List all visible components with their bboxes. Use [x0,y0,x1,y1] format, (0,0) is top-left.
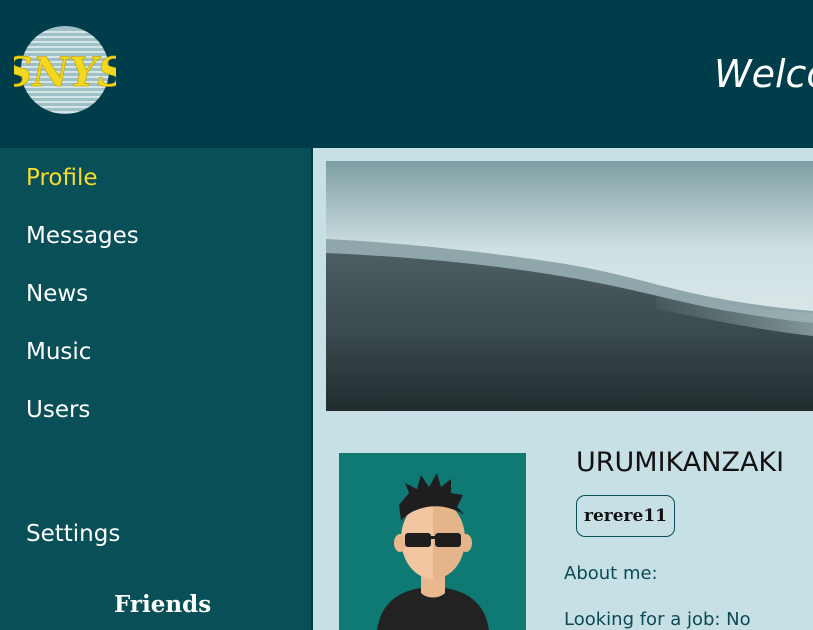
svg-text:SNYS: SNYS [14,49,116,96]
sidebar-item-music[interactable]: Music [26,339,91,365]
about-me-label: About me: [564,563,658,584]
user-avatar-icon [377,473,489,630]
sidebar-item-news[interactable]: News [26,281,88,307]
welcome-heading: Welco [714,52,813,96]
status-badge[interactable]: rerere11 [576,495,675,537]
looking-for-job-label: Looking for a job: No [564,609,751,630]
sidebar: Profile Messages News Music Users Settin… [0,148,313,630]
avatar [339,453,526,630]
sidebar-item-messages[interactable]: Messages [26,223,139,249]
profile-username: URUMIKANZAKI [576,447,785,478]
friends-title: Friends [114,591,212,618]
sidebar-item-profile[interactable]: Profile [26,165,98,191]
sidebar-item-settings[interactable]: Settings [26,521,120,547]
app-header: SNYS Welco [0,0,813,148]
profile-banner-image [326,161,813,411]
snys-logo[interactable]: SNYS [14,24,116,116]
sidebar-item-users[interactable]: Users [26,397,90,423]
